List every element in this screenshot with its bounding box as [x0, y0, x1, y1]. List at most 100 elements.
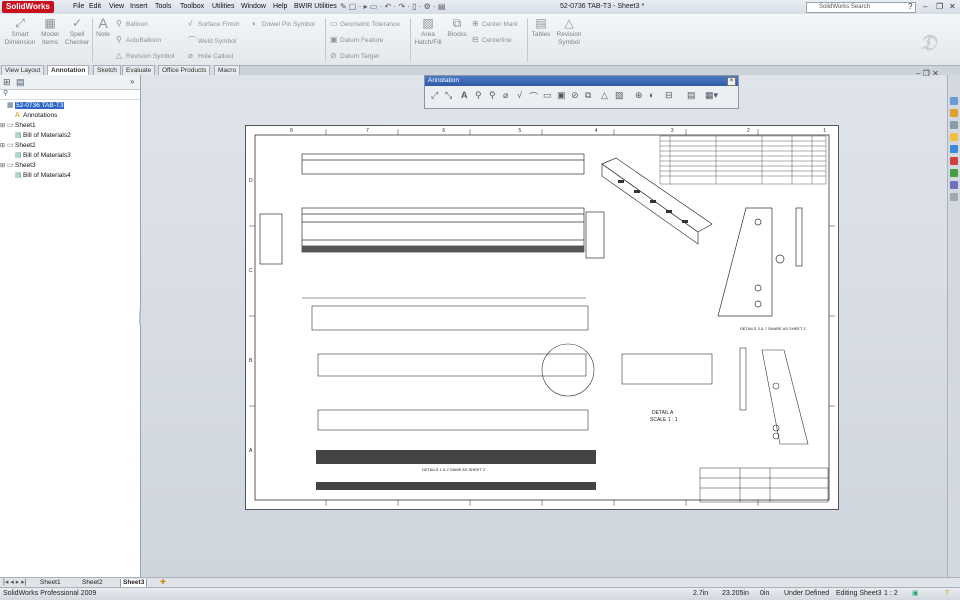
annotation-toolbar-title[interactable]: Annotation: [425, 76, 738, 86]
custom-properties-icon[interactable]: [950, 169, 958, 177]
tree-item-bom2[interactable]: ▤Bill of Materials2: [8, 131, 71, 141]
search-input[interactable]: SolidWorks Search: [806, 2, 916, 13]
tab-office-products[interactable]: Office Products: [158, 65, 211, 75]
tab-view-layout[interactable]: View Layout: [1, 65, 45, 75]
revision-symbol-small-button[interactable]: △ Revision Symbol: [116, 51, 174, 60]
property-manager-icon[interactable]: ▤: [16, 77, 25, 88]
menu-window[interactable]: Window: [241, 3, 266, 10]
autoballoon-icon[interactable]: ⚲: [489, 90, 496, 101]
note-button[interactable]: A Note: [94, 16, 112, 39]
menu-bwir-utilities[interactable]: BWIR Utilities: [294, 3, 337, 10]
autodimension-icon[interactable]: ⤡: [445, 90, 452, 101]
file-explorer-icon[interactable]: [950, 121, 958, 129]
model-items-button[interactable]: ▦ Model Items: [38, 17, 62, 47]
dowel-pin-icon[interactable]: ◐: [649, 90, 654, 100]
tree-filter[interactable]: ⚲: [0, 89, 140, 100]
weld-symbol-button[interactable]: ⌒ Weld Symbol: [188, 35, 236, 46]
expand-icon[interactable]: ⊞: [0, 161, 7, 171]
help-status-icon[interactable]: ?: [945, 589, 949, 599]
expand-panel-icon[interactable]: »: [130, 77, 134, 86]
geometric-tolerance-button[interactable]: ▭ Geometric Tolerance: [330, 19, 400, 28]
tab-macro[interactable]: Macro: [214, 65, 241, 75]
tab-evaluate[interactable]: Evaluate: [122, 65, 156, 75]
document-recovery-icon[interactable]: [950, 157, 958, 165]
menu-help[interactable]: Help: [273, 3, 287, 10]
sheet-scale[interactable]: 1 : 2: [884, 589, 898, 599]
datum-feature-icon[interactable]: ▣: [557, 90, 566, 101]
sheet-tab-sheet1[interactable]: Sheet1: [38, 579, 63, 587]
surface-finish-button[interactable]: √ Surface Finish: [188, 19, 240, 28]
view-palette-icon[interactable]: [950, 145, 958, 153]
drawing-sheet[interactable]: 87654321 D C B A DETAIL A SCALE 1 : 1 DE…: [245, 125, 839, 510]
tab-sketch[interactable]: Sketch: [93, 65, 121, 75]
weld-symbol-icon[interactable]: ⌒: [529, 90, 538, 103]
area-hatch-icon[interactable]: ▨: [615, 90, 624, 101]
spell-checker-button[interactable]: ✓ Spell Checker: [63, 17, 91, 47]
dowel-pin-symbol-button[interactable]: ◐ Dowel Pin Symbol: [252, 19, 315, 28]
tree-item-sheet2[interactable]: ⊞ ▭Sheet2: [0, 141, 36, 151]
help-icon[interactable]: ?: [908, 2, 912, 11]
center-mark-icon[interactable]: ⊕: [635, 90, 643, 101]
table-dropdown-icon[interactable]: ▦▾: [705, 90, 718, 101]
restore-icon[interactable]: ❐: [936, 2, 943, 11]
menu-view[interactable]: View: [109, 3, 124, 10]
appearances-icon[interactable]: [950, 181, 958, 189]
toolbox-icon[interactable]: [950, 193, 958, 201]
dimension-icon[interactable]: ⤢: [431, 90, 438, 101]
area-hatch-button[interactable]: ▨ Area Hatch/Fill: [412, 17, 444, 47]
surface-finish-icon[interactable]: √: [517, 90, 522, 100]
menu-utilities[interactable]: Utilities: [212, 3, 235, 10]
smart-dimension-button[interactable]: ⤢ Smart Dimension: [3, 17, 37, 47]
annotation-toolbar[interactable]: Annotation × ⤢ ⤡ A ⚲ ⚲ ⌀ √ ⌒ ▭ ▣ ⊘ ⧉ △ ▨…: [424, 75, 739, 109]
hole-callout-button[interactable]: ⌀ Hole Callout: [188, 51, 233, 60]
feature-tree-icon[interactable]: ⊞: [3, 77, 11, 88]
menu-toolbox[interactable]: Toolbox: [180, 3, 204, 10]
blocks-button[interactable]: ⧉ Blocks: [444, 17, 470, 39]
menu-edit[interactable]: Edit: [89, 3, 101, 10]
menu-insert[interactable]: Insert: [130, 3, 148, 10]
block-icon[interactable]: ⧉: [585, 90, 591, 101]
tab-annotation[interactable]: Annotation: [47, 65, 90, 75]
menu-tools[interactable]: Tools: [155, 3, 171, 10]
geometric-tolerance-icon[interactable]: ▭: [543, 90, 552, 101]
sheet-nav-icon[interactable]: |◂ ◂ ▸ ▸|: [3, 578, 27, 586]
datum-target-button[interactable]: ⊘ Datum Target: [330, 51, 379, 60]
autoballoon-button[interactable]: ⚲ AutoBalloon: [116, 35, 161, 44]
revision-symbol-button[interactable]: △ Revision Symbol: [554, 17, 584, 47]
centerline-button[interactable]: ⊟ Centerline: [472, 35, 512, 44]
balloon-button[interactable]: ⚲ Balloon: [116, 19, 148, 28]
tree-item-annotations[interactable]: A Annotations: [8, 111, 57, 121]
close-icon[interactable]: ✕: [949, 2, 956, 11]
datum-target-icon[interactable]: ⊘: [571, 90, 579, 101]
centerline-icon[interactable]: ⊟: [665, 90, 673, 101]
quick-access-icon[interactable]: ✎ ▢ · ▸ ▭ · ↶ · ↷ · ▯ · ⚙ · ▤: [340, 2, 445, 11]
document-window-controls[interactable]: – ❐ ✕: [916, 69, 939, 78]
center-mark-button[interactable]: ⊕ Center Mark: [472, 19, 518, 28]
filter-icon[interactable]: ⚲: [3, 89, 8, 97]
hole-callout-icon[interactable]: ⌀: [503, 90, 508, 101]
bill-of-materials-icon: ▤: [15, 152, 22, 159]
tree-item-root[interactable]: ▦ 52-0736 TAB-T3: [0, 101, 65, 111]
revision-symbol-icon[interactable]: △: [601, 90, 608, 101]
close-icon[interactable]: ×: [727, 77, 736, 86]
tree-item-bom3[interactable]: ▤Bill of Materials3: [8, 151, 71, 161]
search-results-icon[interactable]: [950, 133, 958, 141]
menu-file[interactable]: File: [73, 3, 84, 10]
tree-item-sheet3[interactable]: ⊞ ▭Sheet3: [0, 161, 36, 171]
add-sheet-icon[interactable]: ✚: [160, 578, 166, 586]
balloon-icon[interactable]: ⚲: [475, 90, 482, 101]
resources-icon[interactable]: [950, 97, 958, 105]
tables-button[interactable]: ▤ Tables: [529, 17, 553, 39]
table-icon[interactable]: ▤: [687, 90, 696, 101]
rebuild-icon[interactable]: ▣: [912, 589, 919, 599]
note-icon[interactable]: A: [461, 90, 468, 100]
tree-item-bom4[interactable]: ▤Bill of Materials4: [8, 171, 71, 181]
tree-item-sheet1[interactable]: ⊞ ▭Sheet1: [0, 121, 36, 131]
datum-feature-button[interactable]: ▣ Datum Feature: [330, 35, 383, 44]
expand-icon[interactable]: ⊞: [0, 121, 7, 131]
expand-icon[interactable]: ⊞: [0, 141, 7, 151]
design-library-icon[interactable]: [950, 109, 958, 117]
minimize-icon[interactable]: –: [923, 2, 927, 11]
solidworks-logo[interactable]: SolidWorks: [2, 1, 54, 13]
sheet-tab-sheet2[interactable]: Sheet2: [80, 579, 105, 587]
